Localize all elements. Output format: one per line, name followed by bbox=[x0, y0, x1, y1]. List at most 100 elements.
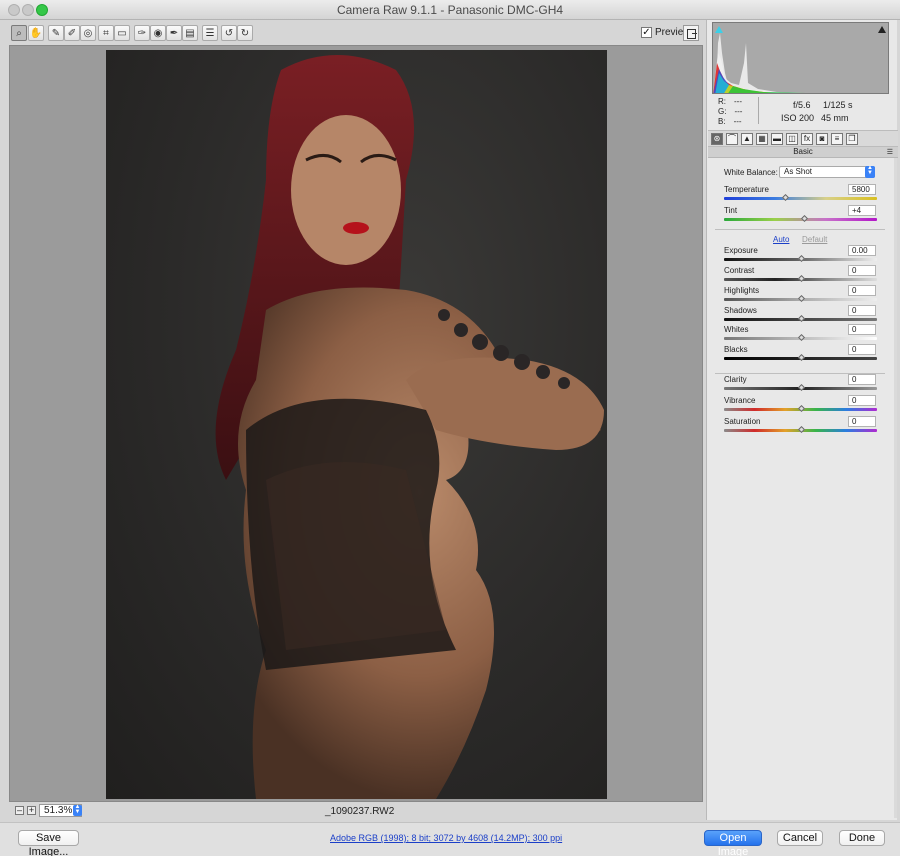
blacks-slider-thumb[interactable] bbox=[797, 353, 805, 362]
tab-tone-curve[interactable]: ⌒ bbox=[726, 133, 738, 145]
crop-icon: ⌗ bbox=[103, 27, 109, 39]
straighten-icon: ▭ bbox=[117, 27, 127, 39]
rotate-ccw-icon: ↺ bbox=[224, 27, 234, 39]
open-image-button[interactable]: Open Image bbox=[704, 830, 762, 856]
tab-camera-calibration[interactable]: ◙ bbox=[816, 133, 828, 145]
highlights-slider-thumb[interactable] bbox=[797, 294, 805, 303]
photo-preview bbox=[106, 50, 607, 799]
rotate-right-tool[interactable]: ↻ bbox=[237, 25, 253, 41]
highlight-clipping-warning-icon[interactable] bbox=[878, 26, 886, 33]
saturation-slider[interactable] bbox=[724, 425, 877, 434]
tab-basic[interactable]: ⊛ bbox=[711, 133, 723, 145]
preview-checkbox[interactable]: ✓ bbox=[641, 27, 652, 38]
tab-snapshots[interactable]: ❐ bbox=[846, 133, 858, 145]
zoom-level-dropdown[interactable]: ▲ ▼ bbox=[73, 804, 82, 816]
auto-link[interactable]: Auto bbox=[773, 235, 789, 244]
saturation-slider-thumb[interactable] bbox=[797, 425, 805, 434]
color-sampler-tool[interactable]: ✐ bbox=[64, 25, 80, 41]
image-canvas[interactable] bbox=[9, 45, 703, 802]
targeted-adjustment-tool[interactable]: ◎ bbox=[80, 25, 96, 41]
workflow-options-link[interactable]: Adobe RGB (1998); 8 bit; 3072 by 4608 (1… bbox=[330, 833, 562, 843]
adjustment-brush-tool[interactable]: ✒ bbox=[166, 25, 182, 41]
tab-lens-corrections[interactable]: ◫ bbox=[786, 133, 798, 145]
contrast-value-field[interactable]: 0 bbox=[848, 265, 876, 276]
graduated-filter-tool[interactable]: ▤ bbox=[182, 25, 198, 41]
clarity-slider[interactable] bbox=[724, 383, 877, 392]
shadows-label: Shadows bbox=[724, 306, 757, 315]
basic-section-header: Basic ☰ bbox=[708, 147, 898, 158]
save-image-button[interactable]: Save Image... bbox=[18, 830, 79, 856]
default-link[interactable]: Default bbox=[802, 235, 827, 244]
rotate-left-tool[interactable]: ↺ bbox=[221, 25, 237, 41]
graduated-filter-icon: ▤ bbox=[185, 27, 195, 39]
exposure-slider-thumb[interactable] bbox=[797, 254, 805, 263]
contrast-slider[interactable] bbox=[724, 274, 877, 283]
tint-slider[interactable] bbox=[724, 214, 877, 223]
straighten-tool[interactable]: ▭ bbox=[114, 25, 130, 41]
readouts: R: --- G: --- B: --- f/5.6 1/125 s ISO 200 … bbox=[716, 97, 894, 127]
vibrance-slider[interactable] bbox=[724, 404, 877, 413]
temperature-value-field[interactable]: 5800 bbox=[848, 184, 876, 195]
hand-tool[interactable]: ✋ bbox=[28, 25, 44, 41]
eye-icon: ◉ bbox=[153, 27, 163, 39]
exposure-value-field[interactable]: 0.00 bbox=[848, 245, 876, 256]
crop-tool[interactable]: ⌗ bbox=[98, 25, 114, 41]
tint-label: Tint bbox=[724, 206, 738, 215]
spot-removal-tool[interactable]: ✑ bbox=[134, 25, 150, 41]
blacks-slider[interactable] bbox=[724, 353, 877, 362]
tab-split-toning[interactable]: ▬ bbox=[771, 133, 783, 145]
chevron-updown-icon: ▲ ▼ bbox=[865, 165, 875, 178]
temperature-label: Temperature bbox=[724, 185, 769, 194]
zoom-in-button[interactable]: + bbox=[27, 806, 36, 815]
white-balance-select[interactable]: As Shot ▲ ▼ bbox=[779, 165, 875, 178]
zoom-out-button[interactable]: – bbox=[15, 806, 24, 815]
tab-effects[interactable]: fx bbox=[801, 133, 813, 145]
blacks-value-field[interactable]: 0 bbox=[848, 344, 876, 355]
contrast-slider-thumb[interactable] bbox=[797, 274, 805, 283]
camera-icon: ◙ bbox=[819, 134, 825, 143]
white-balance-value: As Shot bbox=[784, 167, 813, 176]
done-button[interactable]: Done bbox=[839, 830, 885, 846]
cancel-button[interactable]: Cancel bbox=[777, 830, 823, 846]
shadows-slider[interactable] bbox=[724, 314, 877, 323]
target-icon: ◎ bbox=[83, 27, 93, 39]
panel-scrollbar[interactable] bbox=[894, 158, 897, 818]
shadows-value-field[interactable]: 0 bbox=[848, 305, 876, 316]
tab-presets[interactable]: ≡ bbox=[831, 133, 843, 145]
tint-value-field[interactable]: +4 bbox=[848, 205, 876, 216]
clarity-slider-thumb[interactable] bbox=[797, 383, 805, 392]
fullscreen-toggle-button[interactable] bbox=[683, 25, 699, 41]
clarity-value-field[interactable]: 0 bbox=[848, 374, 876, 385]
temperature-slider-thumb[interactable] bbox=[782, 193, 790, 202]
title-bar: Camera Raw 9.1.1 - Panasonic DMC-GH4 bbox=[0, 0, 900, 20]
temperature-slider[interactable] bbox=[724, 193, 877, 202]
panel-tab-bar: ⊛ ⌒ ▲ ▦ ▬ ◫ fx ◙ ≡ ❐ bbox=[708, 130, 898, 147]
red-eye-tool[interactable]: ◉ bbox=[150, 25, 166, 41]
exposure-slider[interactable] bbox=[724, 254, 877, 263]
shadow-clipping-warning-icon[interactable] bbox=[715, 26, 723, 33]
vibrance-slider-thumb[interactable] bbox=[797, 404, 805, 413]
white-balance-tool[interactable]: ✎ bbox=[48, 25, 64, 41]
window-title: Camera Raw 9.1.1 - Panasonic DMC-GH4 bbox=[336, 3, 564, 17]
focal-length-readout: 45 mm bbox=[821, 113, 849, 123]
shadows-slider-thumb[interactable] bbox=[797, 314, 805, 323]
tab-hsl[interactable]: ▦ bbox=[756, 133, 768, 145]
vibrance-value-field[interactable]: 0 bbox=[848, 395, 876, 406]
saturation-value-field[interactable]: 0 bbox=[848, 416, 876, 427]
highlights-value-field[interactable]: 0 bbox=[848, 285, 876, 296]
aperture-icon: ⊛ bbox=[713, 134, 721, 143]
highlights-slider[interactable] bbox=[724, 294, 877, 303]
clarity-label: Clarity bbox=[724, 375, 747, 384]
zoom-tool[interactable]: ⌕ bbox=[11, 25, 27, 41]
whites-slider-thumb[interactable] bbox=[797, 333, 805, 342]
whites-slider[interactable] bbox=[724, 333, 877, 342]
exposure-label: Exposure bbox=[724, 246, 758, 255]
tab-detail[interactable]: ▲ bbox=[741, 133, 753, 145]
brush-icon: ✒ bbox=[169, 27, 179, 39]
tint-slider-thumb[interactable] bbox=[800, 214, 808, 223]
preferences-tool[interactable]: ☰ bbox=[202, 25, 218, 41]
list-icon: ☰ bbox=[205, 27, 215, 39]
panel-menu-icon[interactable]: ☰ bbox=[887, 148, 893, 158]
whites-value-field[interactable]: 0 bbox=[848, 324, 876, 335]
triangle-icon: ▲ bbox=[743, 134, 751, 143]
